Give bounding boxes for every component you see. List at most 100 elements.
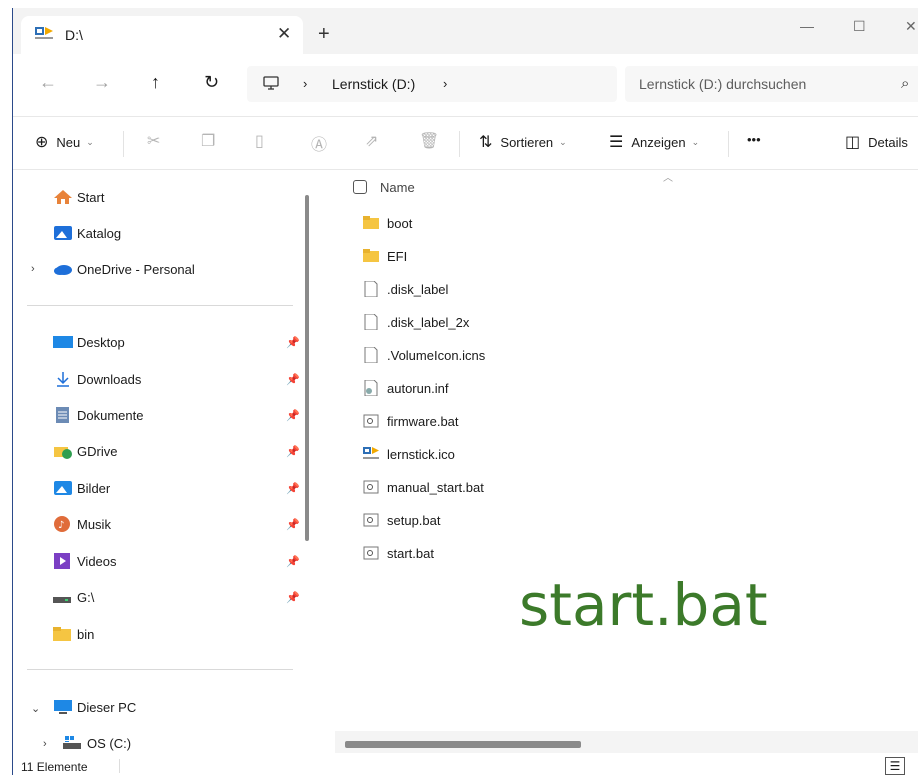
- cut-icon[interactable]: ✂: [147, 131, 160, 151]
- lernstick-icon: [363, 447, 379, 459]
- list-item[interactable]: EFI: [363, 248, 407, 264]
- file-name: lernstick.ico: [387, 446, 455, 462]
- gdrive-icon: [54, 447, 72, 459]
- sidebar-item-label: OS (C:): [87, 735, 132, 751]
- desktop-icon: [53, 336, 73, 348]
- forward-button[interactable]: →: [93, 72, 111, 93]
- item-count: 11 Elemente: [21, 760, 88, 774]
- list-item[interactable]: .disk_label: [363, 281, 448, 297]
- chevron-right-icon[interactable]: ›: [303, 76, 307, 91]
- view-label: Anzeigen: [631, 134, 686, 150]
- details-view-button[interactable]: ☰: [885, 757, 905, 775]
- list-item[interactable]: boot: [363, 215, 412, 231]
- pin-icon[interactable]: 📌: [286, 445, 300, 458]
- minimize-button[interactable]: —: [800, 18, 814, 34]
- list-item[interactable]: .VolumeIcon.icns: [363, 347, 485, 363]
- sidebar-item-bilder[interactable]: Bilder: [53, 480, 110, 496]
- delete-icon[interactable]: 🗑: [419, 131, 439, 151]
- sort-caret-icon: ︿: [663, 173, 673, 184]
- list-item[interactable]: setup.bat: [363, 512, 441, 528]
- sidebar-scrollbar[interactable]: [305, 195, 309, 541]
- new-tab-button[interactable]: +: [318, 24, 330, 44]
- divider: [119, 759, 120, 773]
- sidebar-item-desktop[interactable]: Desktop: [53, 334, 125, 350]
- sidebar-item-label: Musik: [77, 516, 111, 532]
- chevron-down-icon: ⌄: [559, 136, 567, 147]
- pin-icon[interactable]: 📌: [286, 482, 300, 495]
- home-icon: [54, 190, 72, 204]
- divider: [123, 131, 124, 157]
- list-item[interactable]: lernstick.ico: [363, 446, 455, 462]
- sidebar-item-label: Desktop: [77, 334, 125, 350]
- sidebar-item-start[interactable]: Start: [53, 189, 104, 205]
- address-row: ← → ↑ ↻ › Lernstick (D:) › Lernstick (D:…: [13, 54, 918, 114]
- sidebar-item-g-drive[interactable]: G:\: [53, 589, 94, 605]
- new-button[interactable]: ⊕ Neu ⌄: [35, 132, 94, 152]
- chevron-down-icon[interactable]: ⌄: [31, 702, 40, 715]
- maximize-button[interactable]: ☐: [853, 18, 866, 35]
- pin-icon[interactable]: 📌: [286, 591, 300, 604]
- sidebar-item-label: Katalog: [77, 225, 122, 241]
- sidebar-item-bin[interactable]: bin: [53, 626, 94, 642]
- tab-drive-d[interactable]: D:\ ✕: [21, 16, 303, 54]
- chevron-right-icon[interactable]: ›: [31, 263, 35, 275]
- sidebar-item-downloads[interactable]: Downloads: [53, 371, 141, 387]
- divider: [27, 305, 293, 306]
- back-button[interactable]: ←: [39, 72, 57, 93]
- close-tab-icon[interactable]: ✕: [277, 24, 291, 44]
- chevron-right-icon[interactable]: ›: [443, 76, 447, 91]
- list-item[interactable]: manual_start.bat: [363, 479, 484, 495]
- more-options-button[interactable]: •••: [747, 132, 761, 147]
- search-input[interactable]: Lernstick (D:) durchsuchen: [639, 76, 806, 92]
- horizontal-scrollbar[interactable]: [345, 741, 581, 748]
- explorer-window: D:\ ✕ + — ☐ ✕ ← → ↑ ↻ › Lernstick (D:) ›…: [12, 8, 918, 775]
- sidebar-item-label: bin: [77, 626, 95, 642]
- pin-icon[interactable]: 📌: [286, 373, 300, 386]
- sidebar-item-katalog[interactable]: Katalog: [53, 225, 121, 241]
- list-item[interactable]: .disk_label_2x: [363, 314, 469, 330]
- select-all-checkbox[interactable]: [353, 180, 367, 194]
- pin-icon[interactable]: 📌: [286, 336, 300, 349]
- status-bar: 11 Elemente ☰: [13, 757, 918, 775]
- paste-icon[interactable]: ▯: [255, 131, 264, 151]
- pin-icon[interactable]: 📌: [286, 555, 300, 568]
- sidebar-item-videos[interactable]: Videos: [53, 553, 117, 569]
- rename-icon[interactable]: Ⓐ: [311, 131, 327, 155]
- pin-icon[interactable]: 📌: [286, 409, 300, 422]
- list-item[interactable]: firmware.bat: [363, 413, 459, 429]
- sidebar-item-dieser-pc[interactable]: Dieser PC: [53, 699, 136, 715]
- details-button[interactable]: ◫ Details: [845, 132, 908, 152]
- search-box[interactable]: Lernstick (D:) durchsuchen ⌕: [625, 66, 918, 102]
- details-label: Details: [868, 134, 908, 150]
- chevron-right-icon[interactable]: ›: [43, 738, 47, 750]
- sidebar-item-gdrive[interactable]: GDrive: [53, 443, 117, 459]
- column-header-name[interactable]: Name: [380, 180, 415, 195]
- overlay-label: start.bat: [519, 571, 768, 639]
- list-item[interactable]: start.bat: [363, 545, 434, 561]
- tab-title: D:\: [65, 27, 83, 43]
- videos-icon: [54, 553, 70, 569]
- pictures-icon: [54, 481, 72, 495]
- sidebar-item-dokumente[interactable]: Dokumente: [53, 407, 143, 423]
- sidebar-item-label: G:\: [77, 589, 95, 605]
- share-icon[interactable]: ⇗: [365, 131, 378, 151]
- view-button[interactable]: ☰ Anzeigen ⌄: [609, 132, 699, 152]
- sort-button[interactable]: ⇅ Sortieren ⌄: [479, 132, 567, 152]
- up-button[interactable]: ↑: [151, 72, 160, 93]
- refresh-button[interactable]: ↻: [204, 72, 219, 93]
- address-bar[interactable]: › Lernstick (D:) ›: [247, 66, 617, 102]
- file-name: setup.bat: [387, 512, 441, 528]
- sidebar-item-onedrive[interactable]: OneDrive - Personal: [53, 261, 195, 277]
- gallery-icon: [54, 226, 72, 240]
- search-icon: ⌕: [901, 75, 910, 92]
- list-item[interactable]: autorun.inf: [363, 380, 448, 396]
- file-list: Name ︿ boot EFI .disk_label .disk_label_…: [323, 171, 918, 753]
- folder-icon: [53, 627, 71, 641]
- close-window-button[interactable]: ✕: [905, 18, 917, 35]
- sidebar-item-os-c[interactable]: OS (C:): [63, 735, 131, 751]
- pin-icon[interactable]: 📌: [286, 518, 300, 531]
- breadcrumb-location[interactable]: Lernstick (D:): [332, 76, 415, 92]
- sidebar-item-musik[interactable]: ♪ Musik: [53, 516, 111, 532]
- svg-text:♪: ♪: [58, 520, 64, 531]
- copy-icon[interactable]: ❐: [201, 131, 215, 151]
